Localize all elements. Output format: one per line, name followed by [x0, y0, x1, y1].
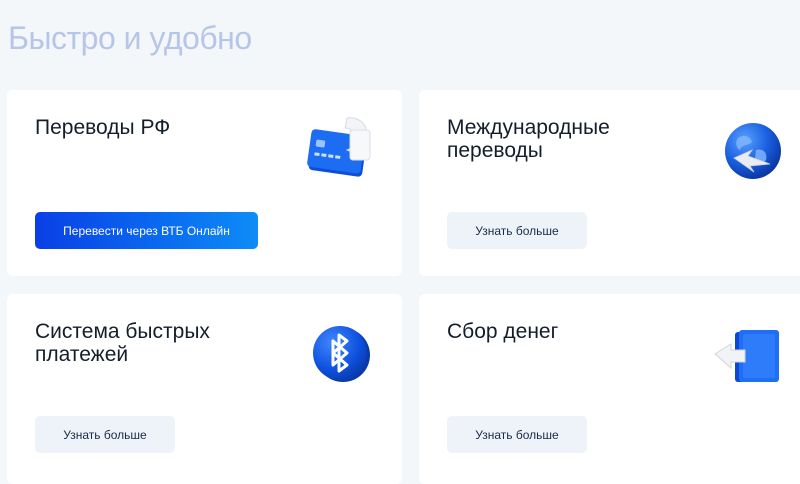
card-transfer-icon [303, 112, 377, 182]
card-international-transfers: Международные переводы Узнать больше [419, 90, 800, 276]
card-money-collection: Сбор денег Узнать больше [419, 294, 800, 484]
sbp-icon [311, 323, 371, 385]
card-rf-transfers: Переводы РФ Перевести через ВТБ Онлайн [7, 90, 402, 276]
wallet-icon [713, 326, 785, 390]
globe-icon [722, 120, 784, 182]
page-title: Быстро и удобно [8, 20, 252, 56]
learn-more-button[interactable]: Узнать больше [447, 212, 587, 249]
card-title: Международные переводы [447, 116, 610, 162]
card-fast-payment-system: Система быстрых платежей Узнать больше [7, 294, 402, 484]
card-title: Сбор денег [447, 320, 559, 343]
card-title: Переводы РФ [35, 116, 171, 139]
card-title: Система быстрых платежей [35, 320, 210, 366]
transfer-via-vtb-online-button[interactable]: Перевести через ВТБ Онлайн [35, 212, 258, 249]
learn-more-button[interactable]: Узнать больше [35, 416, 175, 453]
learn-more-button[interactable]: Узнать больше [447, 416, 587, 453]
